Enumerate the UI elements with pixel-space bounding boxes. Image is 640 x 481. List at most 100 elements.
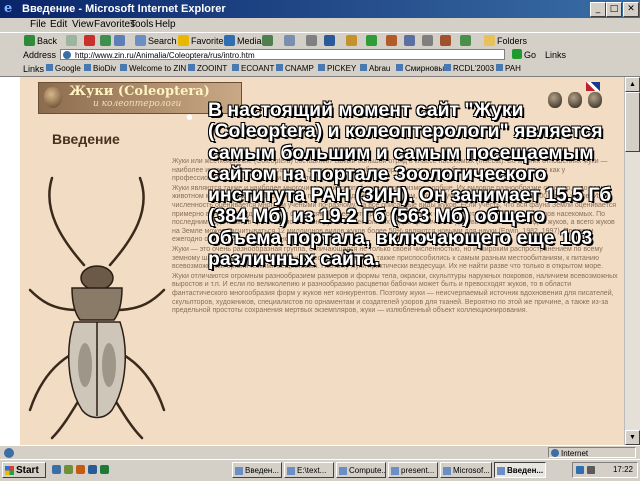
search-button[interactable]: Search	[135, 34, 177, 48]
language-flag-icon[interactable]	[586, 82, 600, 91]
network-icon[interactable]	[576, 466, 584, 474]
slide-text: В настоящий момент сайт "Жуки (Coleopter…	[208, 99, 612, 271]
refresh-button[interactable]	[100, 34, 113, 48]
standard-toolbar: Back Search Favorites Media Folders	[0, 32, 640, 49]
print-icon	[306, 35, 317, 46]
menu-favorites[interactable]: Favorites	[94, 18, 135, 32]
links-toggle[interactable]: Links	[545, 49, 566, 61]
folders-label: Folders	[497, 36, 528, 46]
edit-button[interactable]	[324, 34, 337, 48]
back-arrow-icon	[24, 35, 35, 46]
status-bar: Internet	[0, 445, 640, 460]
beetle-illustration	[28, 176, 166, 440]
quick-launch-excel-icon[interactable]	[100, 465, 109, 474]
tool-button-3[interactable]	[440, 34, 453, 48]
link-pickey[interactable]: PICKEY	[318, 62, 356, 76]
quick-launch-media-icon[interactable]	[76, 465, 85, 474]
folder-icon	[484, 35, 495, 46]
task-button-vvedenie[interactable]: Введен...	[232, 462, 282, 478]
media-icon	[224, 35, 235, 46]
maximize-button[interactable]: □	[606, 2, 622, 17]
window-title: Введение - Microsoft Internet Explorer	[22, 3, 226, 15]
tool-button-2[interactable]	[422, 34, 435, 48]
folders-button[interactable]: Folders	[484, 34, 527, 48]
tool-button-4[interactable]	[460, 34, 473, 48]
menu-view[interactable]: View	[72, 18, 94, 32]
stop-button[interactable]	[84, 34, 97, 48]
mail-button[interactable]	[284, 34, 297, 48]
back-button[interactable]: Back	[24, 34, 57, 48]
task-button-presentation[interactable]: present...	[388, 462, 438, 478]
forward-button[interactable]	[66, 34, 79, 48]
go-label: Go	[524, 50, 537, 60]
quick-launch-ie-icon[interactable]	[52, 465, 61, 474]
research-icon	[386, 35, 397, 46]
site-title: Жуки (Coleoptera)	[69, 84, 210, 99]
links-label: Links	[23, 64, 45, 74]
link-ecoant[interactable]: ECOANT	[232, 62, 274, 76]
minimize-button[interactable]: _	[590, 2, 606, 17]
start-button[interactable]: Start	[2, 462, 46, 478]
address-label: Address	[23, 50, 57, 60]
address-bar: Address http://www.zin.ru/Animalia/Coleo…	[0, 48, 640, 62]
site-subtitle: и колеоптерологи	[93, 99, 182, 109]
tool-button-1[interactable]	[404, 34, 417, 48]
scroll-down-arrow-icon[interactable]: ▼	[625, 430, 640, 445]
volume-icon[interactable]	[587, 466, 595, 474]
tool-icon	[460, 35, 471, 46]
link-smirnovy[interactable]: Смирновы	[396, 62, 444, 76]
home-icon	[114, 35, 125, 46]
discuss-button[interactable]	[346, 34, 359, 48]
task-button-computer[interactable]: Compute...	[336, 462, 386, 478]
link-welcome-zin[interactable]: Welcome to ZIN	[120, 62, 186, 76]
security-zone: Internet	[548, 447, 636, 458]
history-button[interactable]	[262, 34, 275, 48]
menu-file[interactable]: File	[30, 18, 46, 32]
back-label: Back	[37, 36, 58, 46]
tool-icon	[422, 35, 433, 46]
menu-edit[interactable]: Edit	[50, 18, 67, 32]
media-button[interactable]: Media	[224, 34, 262, 48]
address-input[interactable]: http://www.zin.ru/Animalia/Coleoptera/ru…	[60, 49, 505, 60]
link-cnamp[interactable]: CNAMP	[276, 62, 314, 76]
link-biodiv[interactable]: BioDiv	[84, 62, 116, 76]
system-tray: 17:22	[572, 462, 638, 478]
close-button[interactable]: ✕	[623, 2, 639, 17]
link-rcdl2003[interactable]: RCDL'2003	[444, 62, 494, 76]
scroll-up-arrow-icon[interactable]: ▲	[625, 77, 640, 92]
home-button[interactable]	[114, 34, 127, 48]
go-button[interactable]: Go	[512, 49, 536, 61]
link-google[interactable]: Google	[46, 62, 81, 76]
tool-icon	[404, 35, 415, 46]
go-arrow-icon	[512, 49, 522, 59]
task-button-vvedenie-active[interactable]: Введен...	[494, 462, 546, 478]
discuss-icon	[346, 35, 357, 46]
favorites-button[interactable]: Favorites	[178, 34, 228, 48]
mail-icon	[284, 35, 295, 46]
search-icon	[135, 35, 146, 46]
clock[interactable]: 17:22	[613, 463, 633, 477]
beetle-logo-icon	[44, 87, 62, 108]
messenger-button[interactable]	[366, 34, 379, 48]
article-paragraph: Жуки отличаются огромным разнообразием р…	[172, 272, 618, 315]
link-abrau[interactable]: Abrau	[360, 62, 390, 76]
print-button[interactable]	[306, 34, 319, 48]
scroll-thumb[interactable]	[625, 92, 640, 152]
menu-tools[interactable]: Tools	[130, 18, 153, 32]
task-button-microsoft[interactable]: Microsof...	[440, 462, 492, 478]
page-status-icon	[4, 448, 14, 458]
menu-bar: File Edit View Favorites Tools Help	[0, 18, 640, 32]
taskbar: Start Введен... E:\text... Compute... pr…	[0, 459, 640, 481]
link-pah[interactable]: PAH	[496, 62, 521, 76]
forward-arrow-icon	[66, 35, 77, 46]
quick-launch-desktop-icon[interactable]	[64, 465, 73, 474]
favorites-label: Favorites	[191, 36, 229, 46]
vertical-scrollbar[interactable]: ▲ ▼	[624, 77, 640, 445]
task-button-text[interactable]: E:\text...	[284, 462, 334, 478]
menu-help[interactable]: Help	[155, 18, 176, 32]
quick-launch-word-icon[interactable]	[88, 465, 97, 474]
link-zooint[interactable]: ZOOINT	[188, 62, 227, 76]
tool-icon	[440, 35, 451, 46]
stop-icon	[84, 35, 95, 46]
research-button[interactable]	[386, 34, 399, 48]
